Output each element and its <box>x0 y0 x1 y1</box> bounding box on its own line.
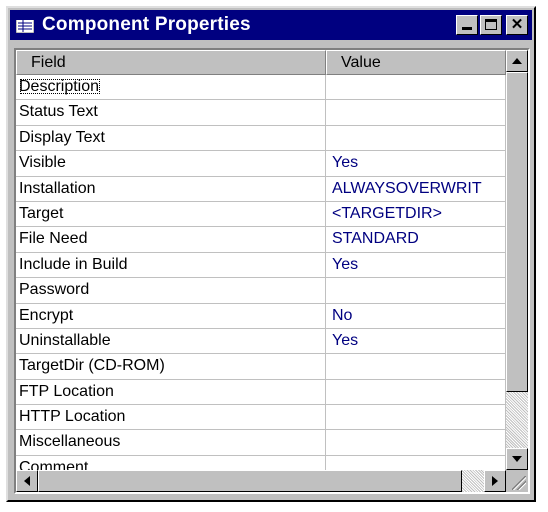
horizontal-scroll-thumb[interactable] <box>38 470 462 492</box>
table-row[interactable]: Installation ALWAYSOVERWRIT <box>16 176 506 202</box>
grid-header: Field Value <box>16 50 506 75</box>
field-name-text: Status Text <box>19 103 98 121</box>
column-header-field[interactable]: Field <box>16 50 326 75</box>
field-name-text: Uninstallable <box>19 331 111 349</box>
field-name-text: Miscellaneous <box>19 433 121 451</box>
properties-grid: Field Value Description Status Text Displa… <box>14 48 530 494</box>
field-name-cell[interactable]: Encrypt <box>16 303 326 329</box>
field-name-text: Description <box>19 78 101 95</box>
field-value-cell[interactable] <box>326 405 506 431</box>
field-value-cell[interactable] <box>326 430 506 456</box>
arrow-up-icon <box>512 58 522 64</box>
field-name-text: HTTP Location <box>19 408 126 426</box>
vertical-scroll-thumb[interactable] <box>506 72 528 392</box>
window-title: Component Properties <box>42 14 251 35</box>
field-value-cell[interactable] <box>326 75 506 101</box>
grid-rows: Description Status Text Display Text Visibl… <box>16 75 506 482</box>
table-row[interactable]: Description <box>16 75 506 101</box>
table-row[interactable]: Miscellaneous <box>16 430 506 456</box>
properties-window-icon <box>15 16 35 34</box>
field-value-cell[interactable] <box>326 278 506 304</box>
table-row[interactable]: HTTP Location <box>16 405 506 431</box>
field-name-cell[interactable]: FTP Location <box>16 379 326 406</box>
field-value-cell[interactable] <box>326 379 506 406</box>
resize-grip-icon <box>512 476 526 490</box>
arrow-down-icon <box>512 456 522 462</box>
table-row[interactable]: File Need STANDARD <box>16 227 506 253</box>
field-value-cell[interactable]: STANDARD <box>326 227 506 253</box>
table-row[interactable]: Target <TARGETDIR> <box>16 201 506 228</box>
close-icon: ✕ <box>510 16 524 33</box>
arrow-left-icon <box>24 476 30 486</box>
field-name-cell[interactable]: Status Text <box>16 100 326 126</box>
field-name-cell[interactable]: HTTP Location <box>16 405 326 431</box>
field-value-cell[interactable] <box>326 125 506 152</box>
field-name-text: Visible <box>19 154 66 172</box>
field-value-cell[interactable]: Yes <box>326 252 506 279</box>
scroll-down-button[interactable] <box>506 448 528 470</box>
field-value-cell[interactable]: ALWAYSOVERWRIT <box>326 176 506 202</box>
minimize-button[interactable] <box>456 15 478 35</box>
component-properties-window: Component Properties ✕ Field Value Descr… <box>6 6 536 502</box>
field-name-cell[interactable]: Miscellaneous <box>16 430 326 456</box>
field-name-cell[interactable]: TargetDir (CD-ROM) <box>16 354 326 380</box>
field-value-cell[interactable]: No <box>326 303 506 329</box>
field-name-text: Installation <box>19 179 96 197</box>
maximize-icon <box>485 19 497 30</box>
vertical-scrollbar[interactable] <box>506 50 528 470</box>
field-name-text: Password <box>19 281 90 299</box>
table-row[interactable]: Visible Yes <box>16 151 506 177</box>
field-name-cell[interactable]: Description <box>16 75 326 101</box>
table-row[interactable]: Password <box>16 278 506 304</box>
title-bar[interactable]: Component Properties ✕ <box>10 10 532 40</box>
table-row[interactable]: Uninstallable Yes <box>16 328 506 355</box>
field-name-cell[interactable]: Visible <box>16 151 326 177</box>
field-name-cell[interactable]: Display Text <box>16 125 326 152</box>
table-row[interactable]: Status Text <box>16 100 506 126</box>
table-row[interactable]: Include in Build Yes <box>16 252 506 279</box>
field-value-cell[interactable]: Yes <box>326 328 506 355</box>
field-name-text: Include in Build <box>19 255 128 273</box>
field-value-cell[interactable] <box>326 354 506 380</box>
field-name-text: Target <box>19 204 64 222</box>
arrow-right-icon <box>492 476 498 486</box>
field-name-cell[interactable]: Installation <box>16 176 326 202</box>
close-button[interactable]: ✕ <box>506 15 528 35</box>
resize-corner[interactable] <box>506 470 528 492</box>
minimize-icon <box>462 27 472 30</box>
field-name-cell[interactable]: Target <box>16 201 326 228</box>
field-value-cell[interactable] <box>326 100 506 126</box>
field-name-text: File Need <box>19 230 88 248</box>
field-name-text: Encrypt <box>19 306 74 324</box>
scroll-left-button[interactable] <box>16 470 38 492</box>
scroll-up-button[interactable] <box>506 50 528 72</box>
field-name-cell[interactable]: Include in Build <box>16 252 326 279</box>
field-name-text: TargetDir (CD-ROM) <box>19 357 165 375</box>
field-name-cell[interactable]: Password <box>16 278 326 304</box>
field-name-cell[interactable]: File Need <box>16 227 326 253</box>
column-header-value[interactable]: Value <box>326 50 506 75</box>
field-name-text: FTP Location <box>19 382 114 400</box>
scroll-right-button[interactable] <box>484 470 506 492</box>
table-row[interactable]: Display Text <box>16 125 506 152</box>
field-name-text: Display Text <box>19 128 105 146</box>
horizontal-scrollbar[interactable] <box>16 470 506 492</box>
table-row[interactable]: TargetDir (CD-ROM) <box>16 354 506 380</box>
field-value-cell[interactable]: Yes <box>326 151 506 177</box>
table-row[interactable]: FTP Location <box>16 379 506 406</box>
table-row[interactable]: Encrypt No <box>16 303 506 329</box>
maximize-button[interactable] <box>480 15 502 35</box>
field-value-cell[interactable]: <TARGETDIR> <box>326 201 506 228</box>
field-name-cell[interactable]: Uninstallable <box>16 328 326 355</box>
